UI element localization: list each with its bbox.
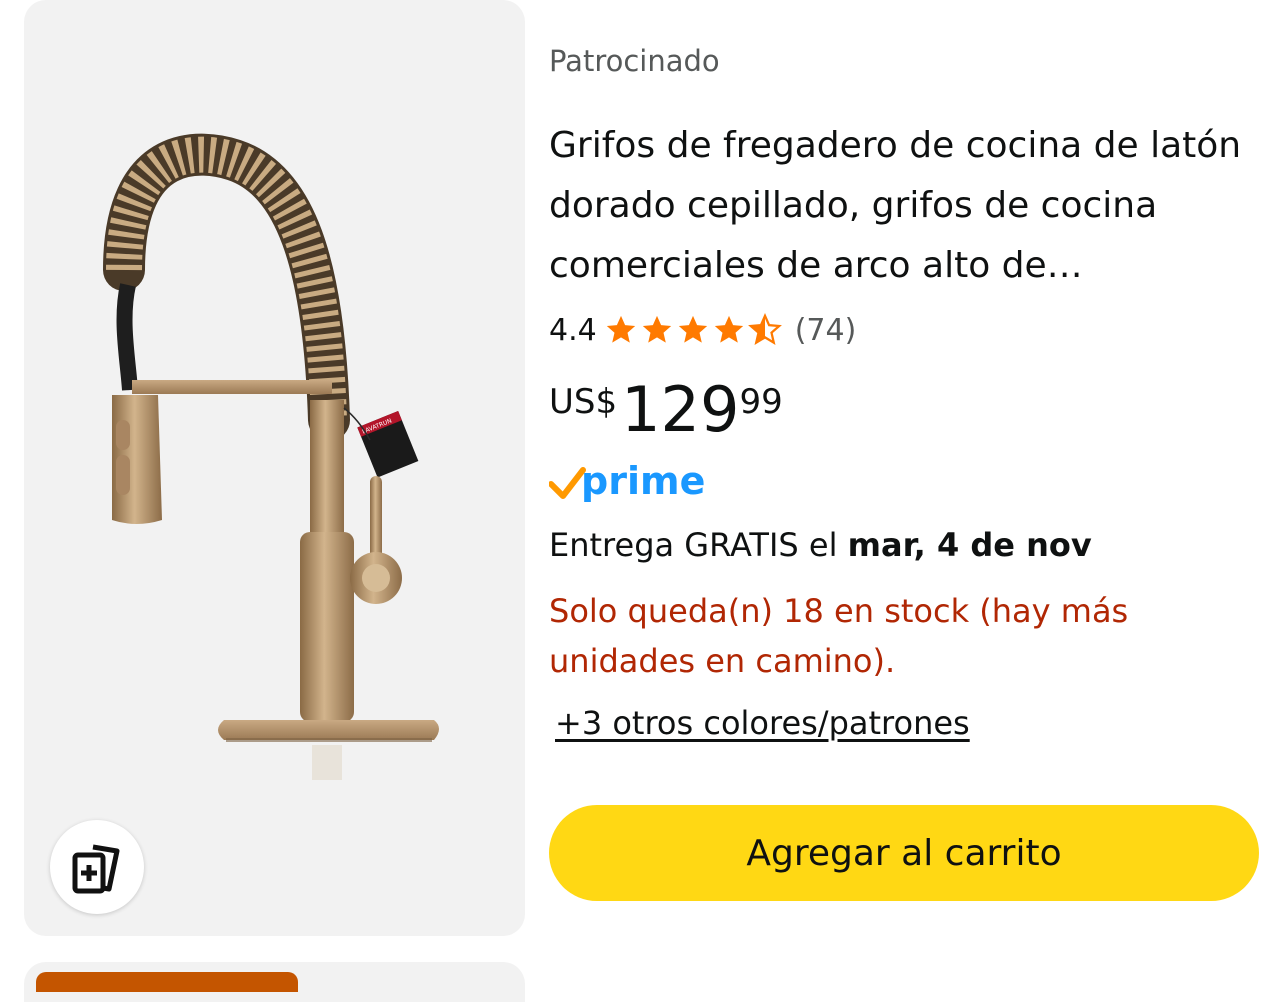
sponsored-label: Patrocinado [549, 44, 720, 78]
star-icon [642, 315, 671, 343]
prime-label: prime [581, 459, 705, 503]
product-image[interactable]: LAVATRUN [24, 0, 525, 936]
compare-button[interactable] [50, 820, 144, 914]
delivery-info: Entrega GRATIS el mar, 4 de nov [549, 526, 1092, 564]
product-title[interactable]: Grifos de fregadero de cocina de latón d… [549, 116, 1249, 296]
rating-value: 4.4 [549, 312, 597, 348]
next-product-card[interactable] [24, 962, 525, 1002]
price: US$ 129 99 [549, 372, 783, 448]
compare-cards-icon [72, 844, 120, 894]
delivery-prefix: Entrega GRATIS el [549, 526, 848, 564]
price-symbol: US$ [549, 382, 618, 422]
product-image-panel[interactable]: LAVATRUN [24, 0, 525, 936]
next-product-badge [36, 972, 298, 992]
price-fraction: 99 [739, 382, 783, 422]
star-half-icon [747, 313, 782, 345]
rating-stars [603, 313, 783, 347]
prime-badge: prime [548, 458, 719, 512]
add-to-cart-button[interactable]: Agregar al carrito [549, 805, 1259, 901]
star-icon [606, 315, 635, 343]
star-icon [714, 315, 743, 343]
rating-row[interactable]: 4.4 (74) [549, 308, 856, 352]
price-whole: 129 [621, 373, 740, 446]
delivery-date: mar, 4 de nov [847, 526, 1092, 564]
stock-message: Solo queda(n) 18 en stock (hay más unida… [549, 592, 1129, 680]
review-count[interactable]: (74) [795, 313, 857, 348]
prime-check-icon [548, 467, 586, 499]
other-colors-link[interactable]: +3 otros colores/patrones [555, 704, 970, 742]
star-icon [678, 315, 707, 343]
